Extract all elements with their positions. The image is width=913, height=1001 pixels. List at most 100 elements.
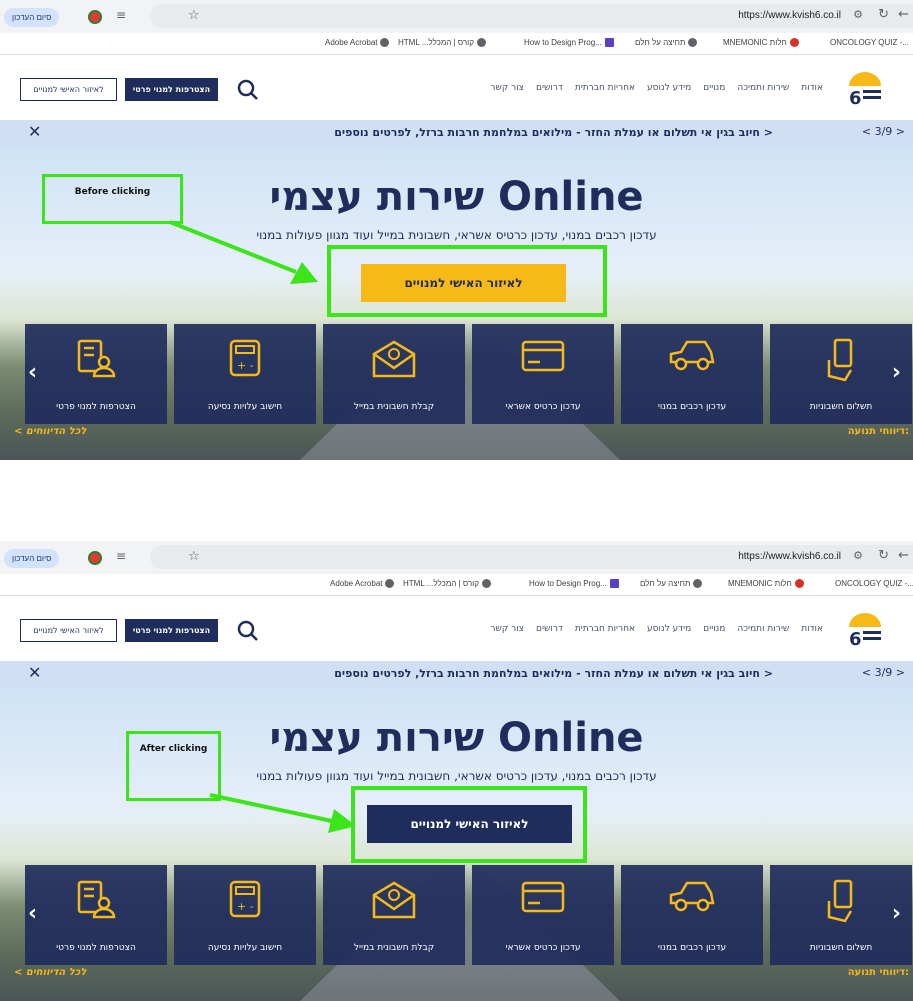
close-icon[interactable]: ✕ [28,663,41,682]
playlist-icon[interactable]: ≡ [116,549,126,563]
tile-label: תשלום חשבוניות [809,943,873,953]
carousel-prev-icon[interactable]: ‹ [28,901,37,926]
search-icon[interactable] [236,78,258,100]
nav-about[interactable]: אודות [801,83,823,93]
tile-join-private[interactable]: הצטרפות למנוי פרטי [25,324,167,424]
bookmark-item[interactable]: ONCOLOGY QUIZ -... [830,38,909,47]
reload-icon[interactable]: ↻ [878,7,889,22]
search-icon[interactable] [236,619,258,641]
nav-social[interactable]: אחריות חברתית [575,83,635,93]
hand-phone-icon [827,338,853,382]
all-reports-link[interactable]: < לכל הדיווחים [14,967,86,978]
nav-contact[interactable]: צור קשר [490,83,524,93]
back-icon[interactable]: ← [898,548,909,563]
tile-label: הצטרפות למנוי פרטי [56,943,136,953]
personal-area-button[interactable]: לאיזור האישי למנויים [20,78,117,101]
update-button[interactable]: סיום העדכון [4,549,60,568]
nav-contact[interactable]: צור קשר [490,624,524,634]
highlight-box [351,786,587,863]
url-text: https://www.kvish6.co.il [738,551,841,562]
tile-credit-card[interactable]: עדכון כרטיס אשראי [472,324,614,424]
nav-traveler-info[interactable]: מידע לנוסע [647,624,691,634]
main-nav: אודות שירות ותמיכה מנויים מידע לנוסע אחר… [490,83,823,93]
svg-text:+ -: + - [237,359,254,372]
svg-text:+ -: + - [237,900,254,913]
ticker-message[interactable]: חיוב בגין אי תשלום או עמלת החזר - מילואי… [334,126,773,139]
tile-label: חישוב עלויות נסיעה [207,402,283,412]
annotation-after: After clicking [126,731,221,801]
join-subscription-button[interactable]: הצטרפות למנוי פרטי [125,619,218,642]
bookmark-item[interactable]: ONCOLOGY QUIZ -... [835,579,913,588]
form-user-icon [77,880,116,919]
site-settings-icon[interactable]: ⚙ [853,8,863,21]
ticker-counter[interactable]: < 3/9 > [862,125,905,138]
close-icon[interactable]: ✕ [28,122,41,141]
ticker-counter[interactable]: < 3/9 > [862,666,905,679]
bookmark-item[interactable]: MNEMONIC חלות [723,38,799,48]
tile-email-invoice[interactable]: קבלת חשבונית במייל [323,865,465,965]
credit-card-icon [521,881,565,913]
tile-credit-card[interactable]: עדכון כרטיס אשראי [472,865,614,965]
tile-update-cars[interactable]: עדכון רכבים במנוי [621,865,763,965]
carousel-next-icon[interactable]: › [892,901,901,926]
nav-subscriptions[interactable]: מנויים [703,83,725,93]
nav-jobs[interactable]: דרושים [536,624,563,634]
tile-pay-invoices[interactable]: תשלום חשבוניות [770,324,912,424]
nav-service[interactable]: שירות ותמיכה [737,83,789,93]
tile-calc-cost[interactable]: + - חישוב עלויות נסיעה [174,865,316,965]
join-subscription-button[interactable]: הצטרפות למנוי פרטי [125,78,218,101]
address-bar[interactable]: https://www.kvish6.co.il ⚙ ↻ ← [150,545,913,569]
services-carousel: תשלום חשבוניות עדכון רכבים במנוי עדכון כ… [14,324,912,424]
bookmark-item[interactable]: How to Design Prog... [529,579,619,589]
record-icon[interactable] [88,10,102,24]
bookmark-item[interactable]: MNEMONIC חלות [728,579,804,589]
tile-update-cars[interactable]: עדכון רכבים במנוי [621,324,763,424]
address-bar[interactable]: https://www.kvish6.co.il ⚙ ↻ ← [150,4,913,28]
main-nav: אודות שירות ותמיכה מנויים מידע לנוסע אחר… [490,624,823,634]
tile-label: עדכון כרטיס אשראי [505,402,581,412]
bookmark-star-icon[interactable]: ☆ [188,8,200,23]
playlist-icon[interactable]: ≡ [116,8,126,22]
nav-social[interactable]: אחריות חברתית [575,624,635,634]
nav-service[interactable]: שירות ותמיכה [737,624,789,634]
tile-join-private[interactable]: הצטרפות למנוי פרטי [25,865,167,965]
back-icon[interactable]: ← [898,7,909,22]
screenshot-after: סיום העדכון ≡ ⧉ https://www.kvish6.co.il… [0,541,913,1001]
personal-area-button[interactable]: לאיזור האישי למנויים [20,619,117,642]
update-button[interactable]: סיום העדכון [4,8,60,27]
nav-about[interactable]: אודות [801,624,823,634]
nav-jobs[interactable]: דרושים [536,83,563,93]
nav-subscriptions[interactable]: מנויים [703,624,725,634]
nav-traveler-info[interactable]: מידע לנוסע [647,83,691,93]
tile-label: עדכון כרטיס אשראי [505,943,581,953]
hand-phone-icon [827,879,853,923]
reload-icon[interactable]: ↻ [878,548,889,563]
bookmarks-bar: Adobe Acrobat HTML ...קורס | המכלל How t… [0,574,913,596]
carousel-prev-icon[interactable]: ‹ [28,360,37,385]
bookmark-item[interactable]: Adobe Acrobat [325,38,390,48]
bookmark-item[interactable]: HTML ...קורס | המכלל [403,579,491,589]
tile-label: עדכון רכבים במנוי [657,943,727,953]
email-icon [372,881,416,919]
tile-pay-invoices[interactable]: תשלום חשבוניות [770,865,912,965]
record-icon[interactable] [88,551,102,565]
traffic-reports-label[interactable]: דיווחי תנועה: [848,426,909,437]
tile-label: קבלת חשבונית במייל [353,943,435,953]
bookmark-item[interactable]: תחיצה על חלם [640,579,703,589]
credit-card-icon [521,340,565,372]
kvish6-logo-icon[interactable]: 6 [845,68,885,108]
ticker-message[interactable]: חיוב בגין אי תשלום או עמלת החזר - מילואי… [334,667,773,680]
site-settings-icon[interactable]: ⚙ [853,549,863,562]
bookmark-item[interactable]: Adobe Acrobat [330,579,395,589]
traffic-reports-label[interactable]: דיווחי תנועה: [848,967,909,978]
tile-calc-cost[interactable]: + - חישוב עלויות נסיעה [174,324,316,424]
bookmark-item[interactable]: תחיצה על חלם [635,38,698,48]
site-header: 6 אודות שירות ותמיכה מנויים מידע לנוסע א… [0,56,913,120]
bookmark-star-icon[interactable]: ☆ [188,549,200,564]
kvish6-logo-icon[interactable]: 6 [845,609,885,649]
all-reports-link[interactable]: < לכל הדיווחים [14,426,86,437]
tile-email-invoice[interactable]: קבלת חשבונית במייל [323,324,465,424]
carousel-next-icon[interactable]: › [892,360,901,385]
bookmark-item[interactable]: HTML ...קורס | המכלל [398,38,486,48]
bookmark-item[interactable]: How to Design Prog... [524,38,614,48]
